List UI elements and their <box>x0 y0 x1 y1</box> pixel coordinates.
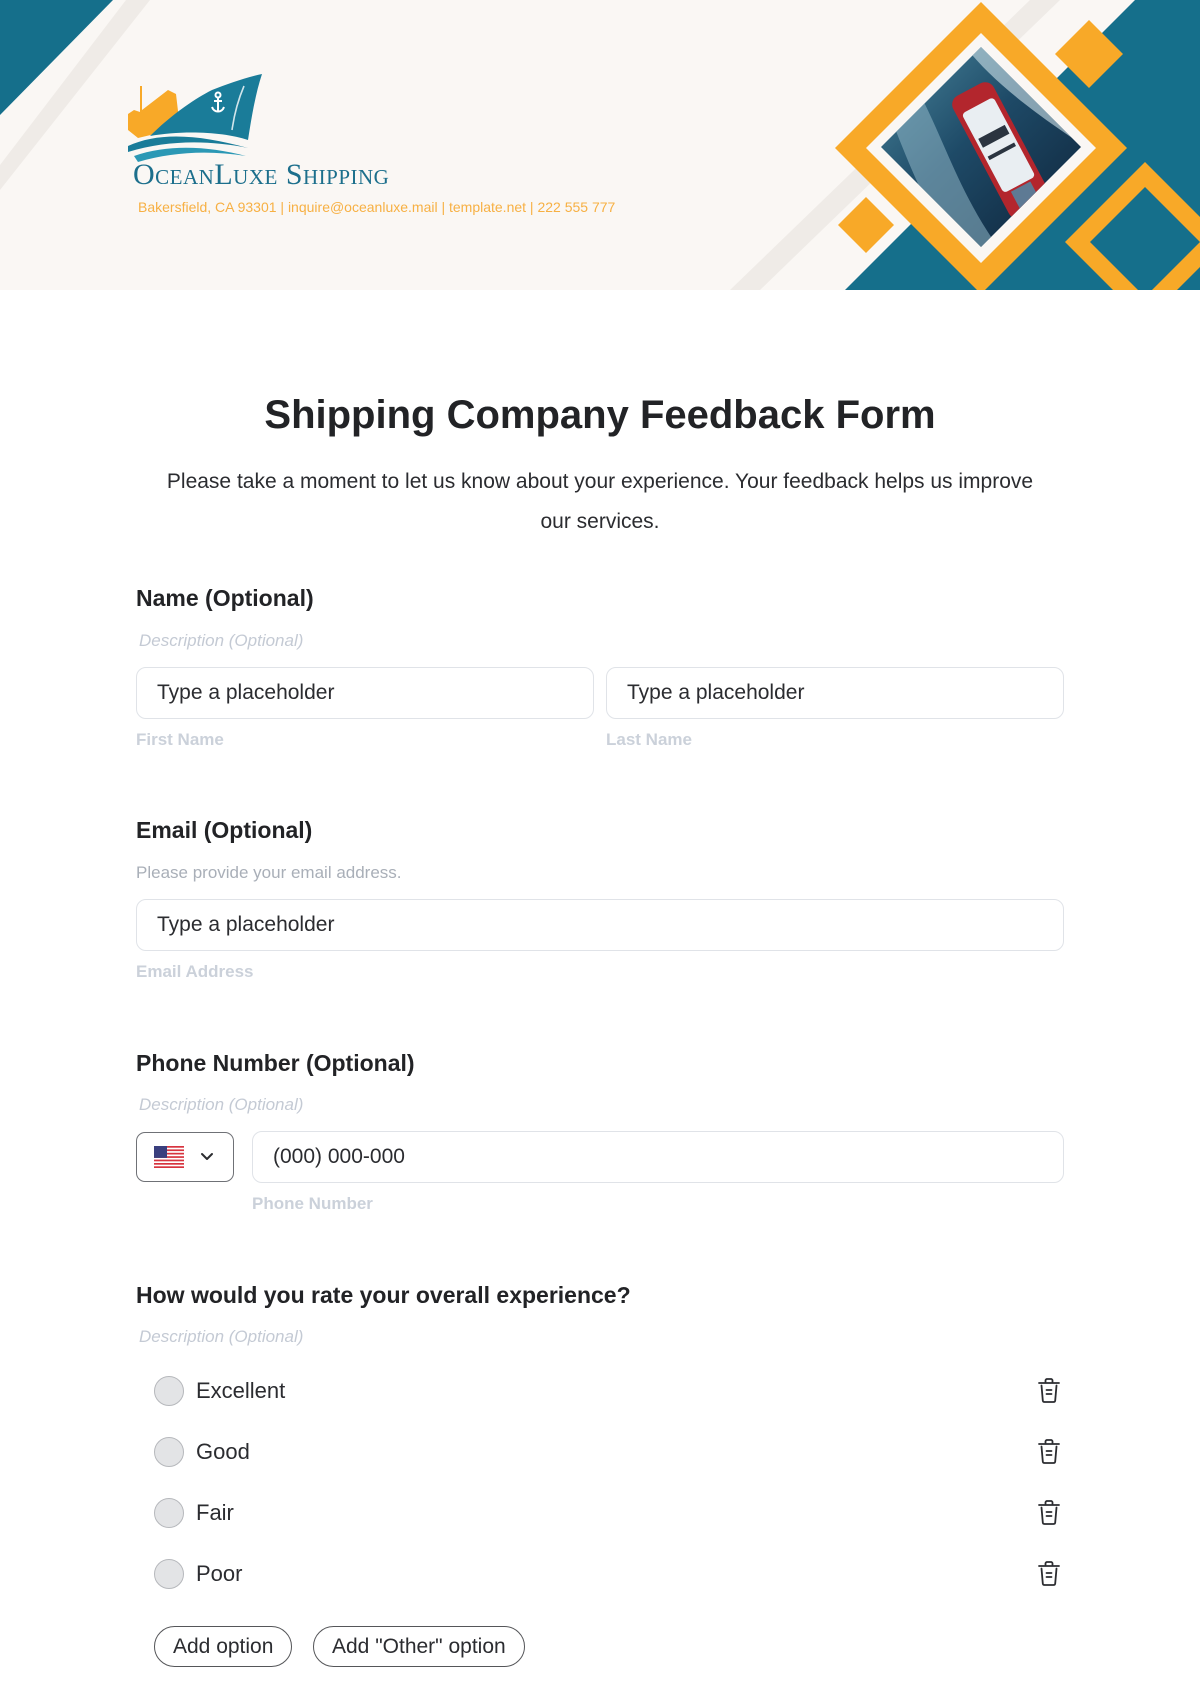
rating-question-label: How would you rate your overall experien… <box>136 1282 631 1308</box>
trash-icon[interactable] <box>1034 1559 1064 1589</box>
company-name: OceanLuxe Shipping <box>133 158 390 191</box>
option-label[interactable]: Poor <box>196 1559 242 1589</box>
phone-question-label: Phone Number (Optional) <box>136 1050 415 1076</box>
phone-number-input[interactable]: (000) 000-000 <box>252 1131 1064 1183</box>
us-flag-icon <box>154 1146 184 1168</box>
last-name-input[interactable]: Type a placeholder <box>606 667 1064 719</box>
trash-icon[interactable] <box>1034 1376 1064 1406</box>
first-name-placeholder: Type a placeholder <box>157 681 335 704</box>
rating-option-good: Good <box>154 1434 1064 1470</box>
radio-poor[interactable] <box>154 1559 184 1589</box>
ship-anchor-logo-icon <box>128 74 262 162</box>
email-input[interactable]: Type a placeholder <box>136 899 1064 951</box>
add-option-button[interactable]: Add option <box>154 1626 293 1667</box>
first-name-input[interactable]: Type a placeholder <box>136 667 594 719</box>
add-other-option-button[interactable]: Add "Other" option <box>313 1626 525 1667</box>
phone-sublabel: Phone Number <box>252 1194 373 1213</box>
country-code-select[interactable] <box>136 1132 234 1182</box>
rating-option-excellent: Excellent <box>154 1373 1064 1409</box>
radio-excellent[interactable] <box>154 1376 184 1406</box>
option-label[interactable]: Excellent <box>196 1376 285 1406</box>
chevron-down-icon <box>201 1153 213 1160</box>
first-name-sublabel: First Name <box>136 730 224 749</box>
trash-icon[interactable] <box>1034 1498 1064 1528</box>
trash-icon[interactable] <box>1034 1437 1064 1467</box>
rating-description[interactable]: Description (Optional) <box>139 1326 303 1348</box>
radio-good[interactable] <box>154 1437 184 1467</box>
option-label[interactable]: Good <box>196 1437 250 1467</box>
last-name-sublabel: Last Name <box>606 730 692 749</box>
name-question-label: Name (Optional) <box>136 585 314 611</box>
rating-option-poor: Poor <box>154 1556 1064 1592</box>
radio-fair[interactable] <box>154 1498 184 1528</box>
phone-placeholder: (000) 000-000 <box>273 1145 405 1168</box>
form-title: Shipping Company Feedback Form <box>264 393 936 437</box>
last-name-placeholder: Type a placeholder <box>627 681 805 704</box>
header-banner: OceanLuxe Shipping Bakersfield, CA 93301… <box>0 0 1200 290</box>
rating-option-fair: Fair <box>154 1495 1064 1531</box>
form-subtitle: Please take a moment to let us know abou… <box>166 470 1034 533</box>
email-sublabel: Email Address <box>136 962 254 981</box>
email-question-label: Email (Optional) <box>136 817 313 843</box>
name-description[interactable]: Description (Optional) <box>139 630 303 652</box>
option-label[interactable]: Fair <box>196 1498 234 1528</box>
email-placeholder: Type a placeholder <box>157 913 335 936</box>
phone-description[interactable]: Description (Optional) <box>139 1094 303 1116</box>
company-contact-line: Bakersfield, CA 93301 | inquire@oceanlux… <box>138 199 616 215</box>
email-help-text: Please provide your email address. <box>136 863 402 882</box>
